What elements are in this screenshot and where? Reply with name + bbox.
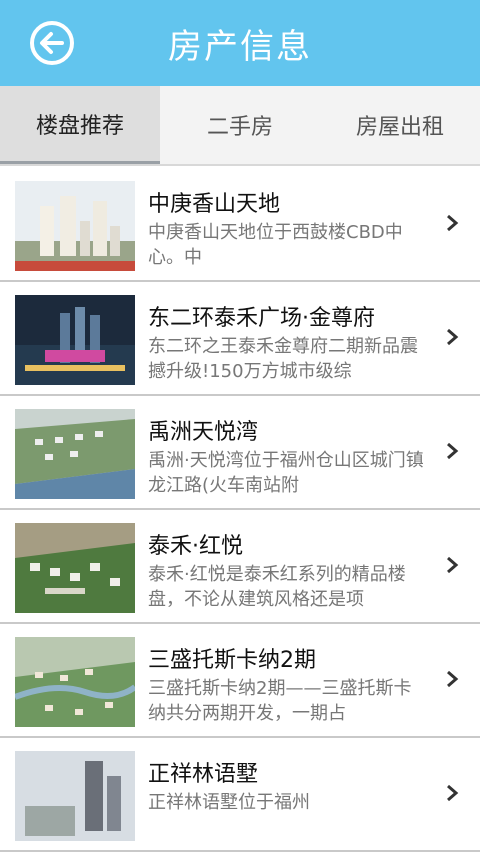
app-header: 房产信息	[0, 0, 480, 86]
property-thumbnail	[15, 637, 135, 727]
chevron-right-icon	[447, 328, 459, 346]
listing-description: 东二环之王泰禾金尊府二期新品震撼升级!150万方城市级综	[148, 336, 418, 382]
listing-name: 东二环泰禾广场·金尊府	[148, 306, 375, 331]
list-item[interactable]: 禹洲天悦湾 禹洲·天悦湾位于福州仓山区城门镇龙江路(火车南站附	[0, 396, 480, 510]
listing-list: 中庚香山天地 中庚香山天地位于西鼓楼CBD中心。中 东二环泰禾广场·金尊府 东二…	[0, 168, 480, 852]
listing-description: 中庚香山天地位于西鼓楼CBD中心。中	[148, 222, 403, 268]
listing-description: 三盛托斯卡纳2期——三盛托斯卡纳共分两期开发，一期占	[148, 678, 412, 724]
list-item[interactable]: 正祥林语墅 正祥林语墅位于福州	[0, 738, 480, 852]
chevron-right-icon	[447, 442, 459, 460]
listing-description: 正祥林语墅位于福州	[148, 792, 310, 813]
listing-name: 泰禾·红悦	[148, 534, 243, 559]
listing-name: 三盛托斯卡纳2期	[148, 648, 316, 673]
list-item[interactable]: 泰禾·红悦 泰禾·红悦是泰禾红系列的精品楼盘，不论从建筑风格还是项	[0, 510, 480, 624]
page-title: 房产信息	[168, 26, 312, 67]
listing-description: 泰禾·红悦是泰禾红系列的精品楼盘，不论从建筑风格还是项	[148, 564, 406, 610]
listing-name: 正祥林语墅	[148, 762, 259, 787]
property-thumbnail	[15, 295, 135, 385]
listing-description: 禹洲·天悦湾位于福州仓山区城门镇龙江路(火车南站附	[148, 450, 424, 496]
listing-name: 中庚香山天地	[148, 192, 281, 217]
chevron-right-icon	[447, 214, 459, 232]
listing-name: 禹洲天悦湾	[148, 420, 259, 445]
tab-bar: 楼盘推荐 二手房 房屋出租	[0, 86, 480, 166]
property-thumbnail	[15, 409, 135, 499]
back-arrow-icon[interactable]	[28, 19, 76, 67]
property-thumbnail	[15, 181, 135, 271]
property-thumbnail	[15, 751, 135, 841]
list-item[interactable]: 东二环泰禾广场·金尊府 东二环之王泰禾金尊府二期新品震撼升级!150万方城市级综	[0, 282, 480, 396]
tab-rental[interactable]: 房屋出租	[320, 86, 480, 164]
tab-second-hand[interactable]: 二手房	[160, 86, 320, 164]
chevron-right-icon	[447, 670, 459, 688]
chevron-right-icon	[447, 784, 459, 802]
list-item[interactable]: 中庚香山天地 中庚香山天地位于西鼓楼CBD中心。中	[0, 168, 480, 282]
tab-recommended[interactable]: 楼盘推荐	[0, 86, 160, 164]
chevron-right-icon	[447, 556, 459, 574]
list-item[interactable]: 三盛托斯卡纳2期 三盛托斯卡纳2期——三盛托斯卡纳共分两期开发，一期占	[0, 624, 480, 738]
property-thumbnail	[15, 523, 135, 613]
